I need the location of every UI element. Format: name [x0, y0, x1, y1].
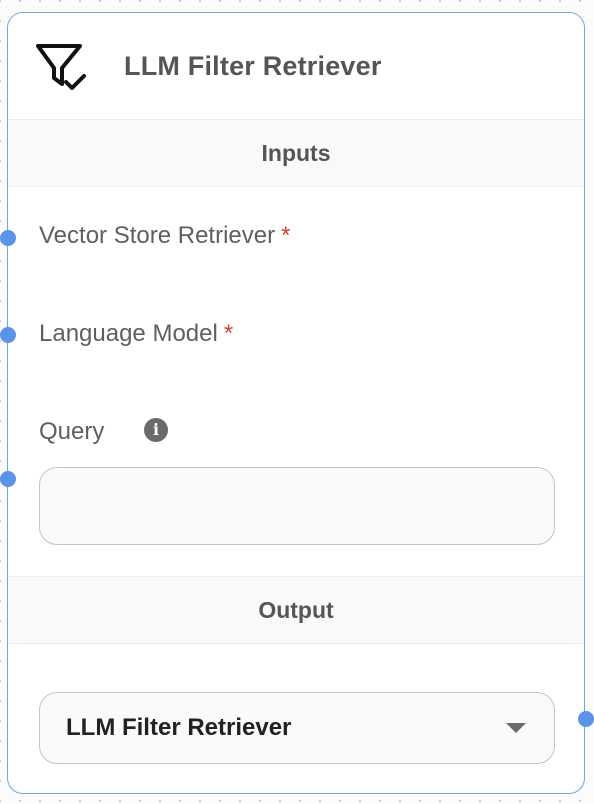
node-header: LLM Filter Retriever — [8, 13, 584, 119]
required-marker: * — [281, 222, 291, 249]
input-handle-query[interactable] — [0, 471, 16, 487]
input-language-model: Language Model * — [39, 320, 233, 348]
input-label: Vector Store Retriever — [39, 222, 276, 249]
input-query: Query — [39, 418, 104, 446]
caret-down-icon[interactable] — [506, 723, 526, 733]
input-label: Language Model — [39, 320, 218, 347]
output-select[interactable]: LLM Filter Retriever — [39, 692, 555, 764]
output-handle[interactable] — [578, 711, 594, 727]
filter-check-icon — [34, 38, 90, 94]
output-header: Output — [8, 576, 584, 644]
flow-canvas[interactable]: LLM Filter Retriever Inputs Vector Store… — [0, 0, 594, 804]
required-marker: * — [223, 320, 234, 347]
input-handle-vector-store-retriever[interactable] — [0, 230, 16, 246]
input-vector-store-retriever: Vector Store Retriever * — [39, 222, 290, 250]
node-title: LLM Filter Retriever — [124, 50, 382, 81]
output-select-value: LLM Filter Retriever — [66, 714, 292, 741]
info-icon[interactable]: i — [144, 418, 168, 442]
input-handle-language-model[interactable] — [0, 327, 16, 343]
input-label: Query — [39, 418, 105, 445]
query-input[interactable] — [39, 467, 555, 545]
llm-filter-retriever-node[interactable]: LLM Filter Retriever Inputs Vector Store… — [7, 12, 585, 794]
inputs-header: Inputs — [8, 119, 584, 187]
